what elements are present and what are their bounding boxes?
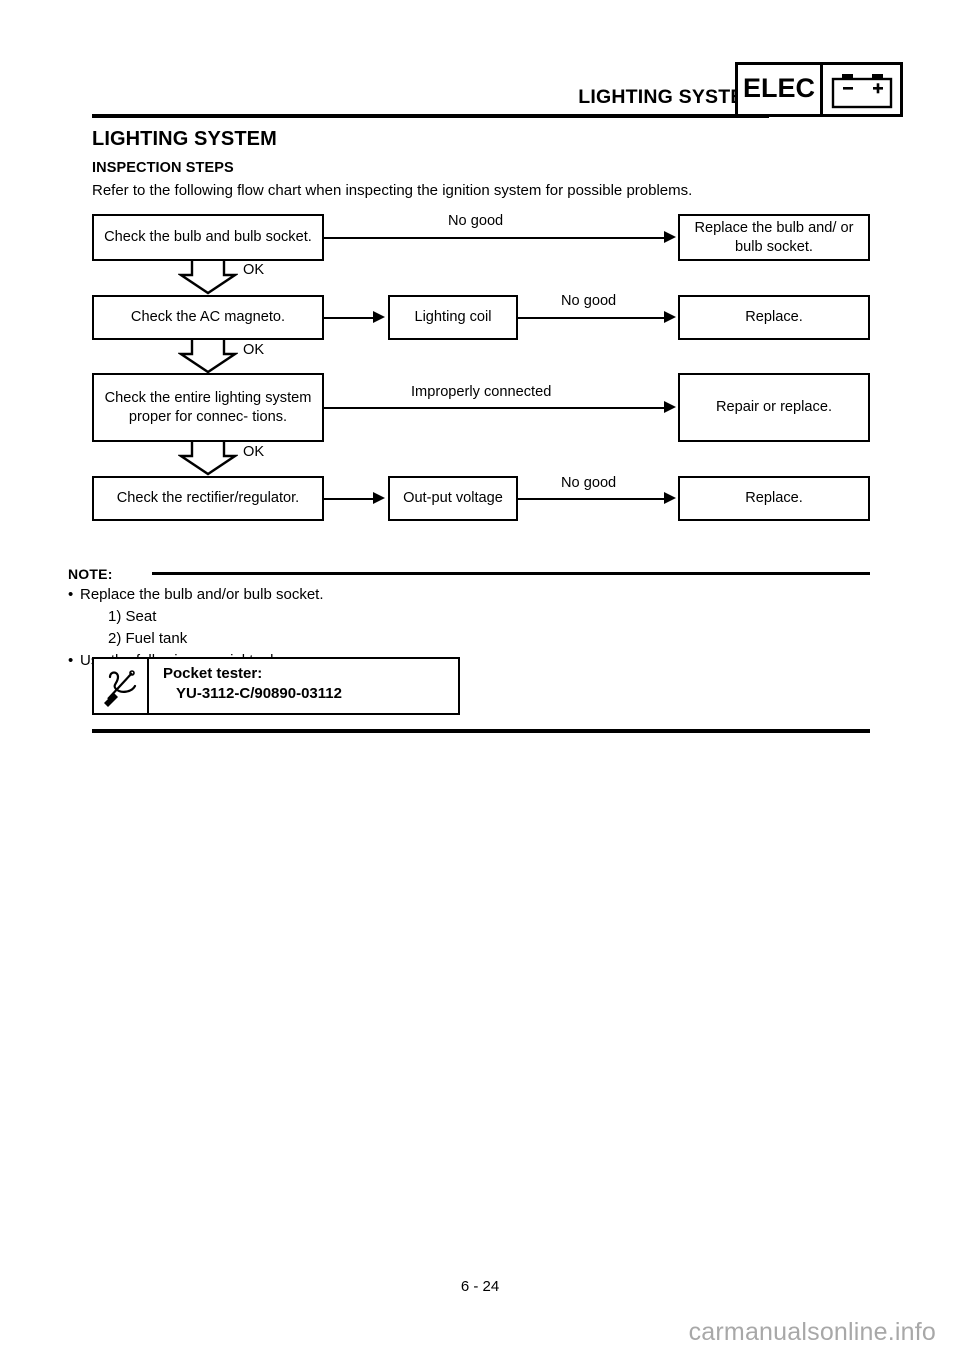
flow-test-box: Lighting coil	[388, 295, 518, 340]
flow-connector	[324, 237, 666, 239]
flow-ok-arrow	[178, 340, 238, 374]
flow-connector	[518, 498, 666, 500]
inspection-flow-chart: Check the bulb and bulb socket. No good …	[0, 0, 960, 560]
flow-connector	[518, 317, 666, 319]
tool-part-number: YU-3112-C/90890-03112	[176, 684, 342, 702]
flow-edge-label: No good	[561, 475, 617, 491]
flow-connector	[324, 498, 374, 500]
flow-ok-label: OK	[243, 444, 265, 460]
flow-check-box: Check the rectifier/regulator.	[92, 476, 324, 521]
flow-check-box: Check the AC magneto.	[92, 295, 324, 340]
flow-result-box: Replace the bulb and/ or bulb socket.	[678, 214, 870, 261]
note-list-item: 1) Seat	[108, 608, 156, 625]
special-tool-text: Pocket tester: YU-3112-C/90890-03112	[149, 659, 458, 713]
page-number: 6 - 24	[460, 1278, 500, 1295]
flow-connector	[324, 407, 666, 409]
flow-ok-arrow	[178, 261, 238, 295]
flow-arrowhead	[664, 401, 676, 413]
bullet-icon: •	[68, 586, 74, 603]
flow-ok-arrow	[178, 442, 238, 476]
flow-edge-label: Improperly connected	[411, 384, 552, 400]
flow-ok-label: OK	[243, 262, 265, 278]
flow-check-box: Check the bulb and bulb socket.	[92, 214, 324, 261]
note-item-text: Replace the bulb and/or bulb socket.	[80, 586, 324, 603]
flow-connector	[324, 317, 374, 319]
flow-result-box: Replace.	[678, 295, 870, 340]
flow-arrowhead	[664, 311, 676, 323]
flow-arrowhead	[373, 311, 385, 323]
flow-arrowhead	[664, 231, 676, 243]
note-item-text: 2) Fuel tank	[108, 630, 188, 647]
flow-test-box: Out-put voltage	[388, 476, 518, 521]
note-list-item: • Replace the bulb and/or bulb socket.	[68, 586, 324, 603]
watermark: carmanualsonline.info	[688, 1318, 936, 1346]
screwdriver-wrench-icon	[94, 659, 149, 713]
flow-check-box: Check the entire lighting system proper …	[92, 373, 324, 442]
flow-result-box: Repair or replace.	[678, 373, 870, 442]
note-list-item: 2) Fuel tank	[108, 630, 187, 647]
note-label: NOTE:	[68, 566, 113, 582]
special-tool-box: Pocket tester: YU-3112-C/90890-03112	[92, 657, 460, 715]
flow-arrowhead	[373, 492, 385, 504]
flow-edge-label: No good	[448, 213, 504, 229]
bullet-icon: •	[68, 652, 74, 669]
bottom-divider	[92, 729, 870, 733]
flow-edge-label: No good	[561, 293, 617, 309]
flow-result-box: Replace.	[678, 476, 870, 521]
flow-arrowhead	[664, 492, 676, 504]
note-item-text: 1) Seat	[108, 608, 157, 625]
flow-ok-label: OK	[243, 342, 265, 358]
tool-name: Pocket tester:	[163, 665, 263, 682]
note-divider	[152, 572, 870, 575]
